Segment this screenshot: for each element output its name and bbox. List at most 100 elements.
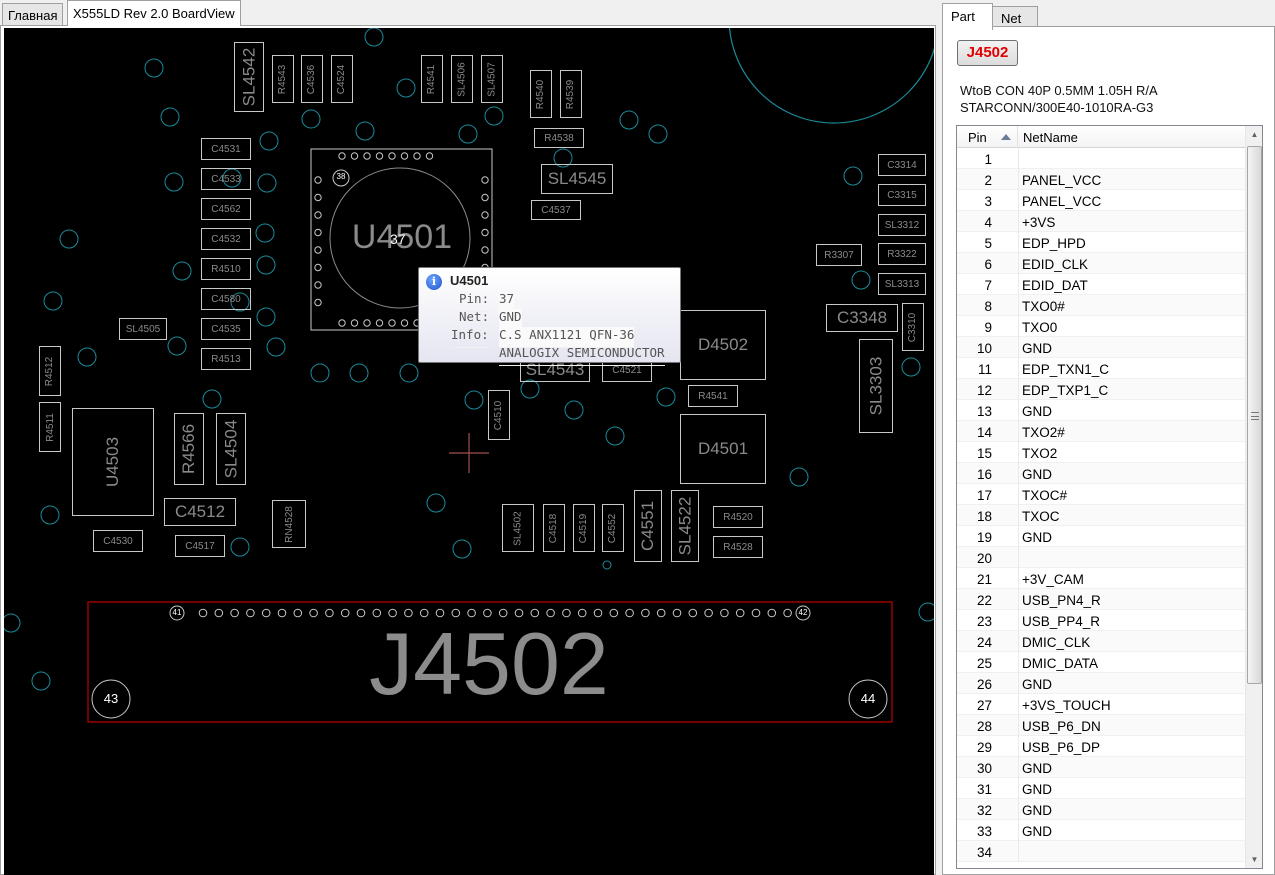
via <box>256 307 276 327</box>
component-outline[interactable]: C4531 <box>201 138 251 160</box>
component-outline[interactable]: D4501 <box>680 414 766 484</box>
table-row[interactable]: 28 USB_P6_DN <box>957 715 1245 736</box>
via <box>564 400 584 420</box>
component-outline[interactable]: SL3312 <box>878 214 926 236</box>
component-outline[interactable]: R4513 <box>201 348 251 370</box>
table-row[interactable]: 21 +3V_CAM <box>957 568 1245 589</box>
scrollbar-thumb[interactable] <box>1247 146 1262 684</box>
table-row[interactable]: 14 TXO2# <box>957 421 1245 442</box>
component-outline[interactable]: C4510 <box>488 390 510 440</box>
table-row[interactable]: 7 EDID_DAT <box>957 274 1245 295</box>
table-row[interactable]: 12 EDP_TXP1_C <box>957 379 1245 400</box>
table-row[interactable]: 8 TXO0# <box>957 295 1245 316</box>
component-outline[interactable]: R4541 <box>688 385 738 407</box>
table-row[interactable]: 16 GND <box>957 463 1245 484</box>
table-row[interactable]: 30 GND <box>957 757 1245 778</box>
component-outline[interactable]: C4532 <box>201 228 251 250</box>
component-outline[interactable]: U4503 <box>72 408 154 516</box>
component-outline[interactable]: C4530 <box>93 530 143 552</box>
table-row[interactable]: 32 GND <box>957 799 1245 820</box>
component-outline[interactable]: R4520 <box>713 506 763 528</box>
table-row[interactable]: 22 USB_PN4_R <box>957 589 1245 610</box>
tab-home[interactable]: Главная <box>2 3 64 25</box>
component-outline[interactable]: C4533 <box>201 168 251 190</box>
netname-cell: USB_PP4_R <box>1022 614 1101 629</box>
component-outline[interactable]: R4528 <box>713 536 763 558</box>
table-row[interactable]: 33 GND <box>957 820 1245 841</box>
component-outline[interactable]: C4536 <box>301 55 323 103</box>
component-outline[interactable]: SL3303 <box>859 339 893 433</box>
component-outline[interactable]: R4538 <box>534 128 584 148</box>
table-row[interactable]: 31 GND <box>957 778 1245 799</box>
component-outline[interactable]: SL4542 <box>234 42 264 112</box>
board-canvas[interactable]: U4501 37 38 J4502 41 42 43 44 SL4542 R454… <box>4 28 934 875</box>
table-row[interactable]: 11 EDP_TXN1_C <box>957 358 1245 379</box>
component-outline[interactable]: C4580 <box>201 288 251 310</box>
table-row[interactable]: 18 TXOC <box>957 505 1245 526</box>
part-ref-button[interactable]: J4502 <box>957 40 1018 66</box>
table-row[interactable]: 5 EDP_HPD <box>957 232 1245 253</box>
component-outline[interactable]: SL4545 <box>541 164 613 194</box>
table-row[interactable]: 13 GND <box>957 400 1245 421</box>
component-outline[interactable]: RN4528 <box>272 500 306 548</box>
table-row[interactable]: 10 GND <box>957 337 1245 358</box>
table-row[interactable]: 9 TXO0 <box>957 316 1245 337</box>
component-outline[interactable]: R4540 <box>530 70 552 118</box>
table-row[interactable]: 4 +3VS <box>957 211 1245 232</box>
component-outline[interactable]: C4535 <box>201 318 251 340</box>
scroll-up-icon[interactable]: ▲ <box>1246 126 1262 143</box>
component-outline[interactable]: SL4507 <box>481 55 503 103</box>
table-row[interactable]: 25 DMIC_DATA <box>957 652 1245 673</box>
table-row[interactable]: 19 GND <box>957 526 1245 547</box>
table-row[interactable]: 20 <box>957 547 1245 568</box>
table-row[interactable]: 23 USB_PP4_R <box>957 610 1245 631</box>
table-row[interactable]: 3 PANEL_VCC <box>957 190 1245 211</box>
component-outline[interactable]: C4517 <box>175 535 225 557</box>
component-outline[interactable]: C4551 <box>634 490 662 562</box>
table-vertical-scrollbar[interactable]: ▲ ▼ <box>1245 126 1262 868</box>
component-outline[interactable]: R4543 <box>272 55 294 103</box>
table-row[interactable]: 6 EDID_CLK <box>957 253 1245 274</box>
table-row[interactable]: 1 <box>957 148 1245 169</box>
table-row[interactable]: 2 PANEL_VCC <box>957 169 1245 190</box>
scroll-down-icon[interactable]: ▼ <box>1246 851 1262 868</box>
component-outline[interactable]: C4552 <box>602 504 624 552</box>
component-outline[interactable]: R4512 <box>39 346 61 396</box>
component-outline[interactable]: SL4504 <box>216 413 246 485</box>
pin-net-table[interactable]: Pin NetName 1 2 PANEL_VCC 3 PANEL_VCC 4 +3VS 5 E… <box>956 125 1263 869</box>
component-outline[interactable]: SL3313 <box>878 273 926 295</box>
component-outline[interactable]: SL4502 <box>502 504 534 552</box>
tab-part[interactable]: Part <box>942 3 993 30</box>
component-outline[interactable]: C4524 <box>331 55 353 103</box>
table-row[interactable]: 24 DMIC_CLK <box>957 631 1245 652</box>
component-outline[interactable]: C4512 <box>164 498 236 526</box>
column-header-pin[interactable]: Pin <box>957 126 1018 148</box>
component-outline[interactable]: C3348 <box>826 304 898 332</box>
component-outline[interactable]: SL4505 <box>119 318 167 340</box>
component-outline[interactable]: R4539 <box>560 70 582 118</box>
component-outline[interactable]: SL4506 <box>451 55 473 103</box>
component-outline[interactable]: C4519 <box>573 504 595 552</box>
component-outline[interactable]: C4537 <box>531 200 581 220</box>
component-outline[interactable]: R3307 <box>816 244 862 266</box>
component-outline[interactable]: R4541 <box>421 55 443 103</box>
table-row[interactable]: 17 TXOC# <box>957 484 1245 505</box>
component-outline[interactable]: SL4522 <box>671 490 699 562</box>
table-row[interactable]: 15 TXO2 <box>957 442 1245 463</box>
table-row[interactable]: 27 +3VS_TOUCH <box>957 694 1245 715</box>
component-outline[interactable]: C3314 <box>878 154 926 176</box>
component-outline[interactable]: D4502 <box>680 310 766 380</box>
component-outline[interactable]: R4511 <box>39 402 61 452</box>
component-outline[interactable]: C4562 <box>201 198 251 220</box>
table-row[interactable]: 29 USB_P6_DP <box>957 736 1245 757</box>
component-outline[interactable]: R3322 <box>878 243 926 265</box>
table-row[interactable]: 26 GND <box>957 673 1245 694</box>
component-outline[interactable]: C3315 <box>878 184 926 206</box>
component-outline[interactable]: R4510 <box>201 258 251 280</box>
column-header-netname[interactable]: NetName <box>1023 130 1078 145</box>
tab-boardview[interactable]: X555LD Rev 2.0 BoardView <box>67 0 241 26</box>
component-outline[interactable]: C3310 <box>902 303 924 351</box>
component-outline[interactable]: R4566 <box>174 413 204 485</box>
component-outline[interactable]: C4518 <box>543 504 565 552</box>
table-row[interactable]: 34 <box>957 841 1245 862</box>
